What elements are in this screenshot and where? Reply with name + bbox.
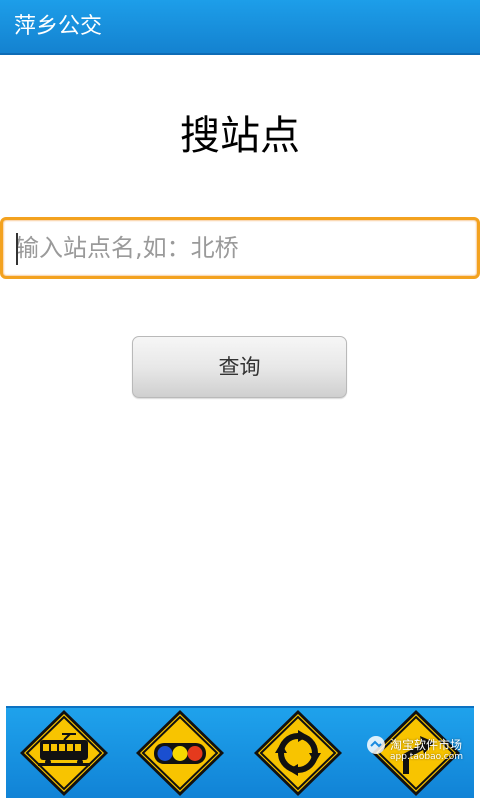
roundabout-icon bbox=[254, 710, 342, 796]
app-title: 萍乡公交 bbox=[14, 14, 103, 39]
nav-item-roundabout[interactable] bbox=[252, 708, 344, 798]
title-bar: 萍乡公交 bbox=[0, 0, 480, 55]
watermark-text: 淘宝软件市场 bbox=[390, 738, 463, 752]
page-heading: 搜站点 bbox=[180, 113, 300, 159]
taobao-logo-icon bbox=[367, 736, 385, 754]
watermark-url: app.taobao.com bbox=[390, 752, 464, 762]
tram-icon bbox=[20, 710, 108, 796]
query-button[interactable]: 查询 bbox=[132, 336, 347, 398]
watermark: 淘宝软件市场 app.taobao.com bbox=[366, 733, 476, 767]
text-cursor bbox=[16, 233, 18, 265]
traffic-light-icon bbox=[136, 710, 224, 796]
search-field-container[interactable] bbox=[0, 217, 480, 279]
screen: 萍乡公交 搜站点 查询 bbox=[0, 0, 480, 800]
station-search-input[interactable] bbox=[15, 228, 465, 268]
nav-item-traffic-light[interactable] bbox=[134, 708, 226, 798]
nav-item-tram[interactable] bbox=[18, 708, 110, 798]
